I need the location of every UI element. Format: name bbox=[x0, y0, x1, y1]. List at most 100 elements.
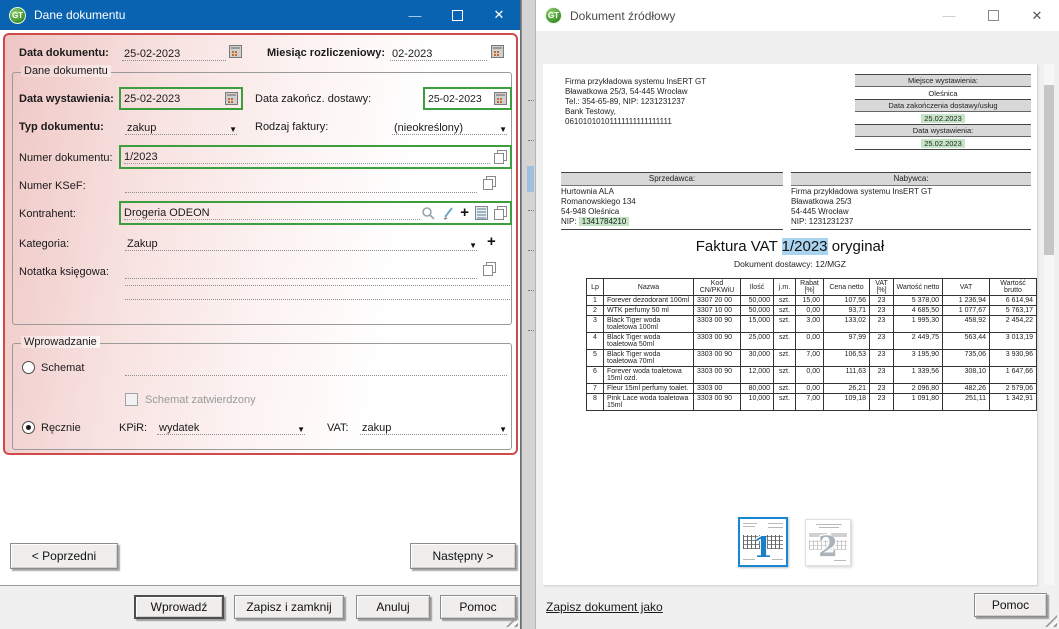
cell: szt. bbox=[774, 333, 796, 350]
save-document-as-link[interactable]: Zapisz dokument jako bbox=[546, 600, 663, 614]
data-dokumentu-field[interactable]: 25-02-2023 bbox=[122, 43, 226, 61]
wprowadzanie-legend: Wprowadzanie bbox=[21, 336, 100, 348]
pomoc-button[interactable]: Pomoc bbox=[440, 595, 516, 619]
rodzaj-faktury-label: Rodzaj faktury: bbox=[255, 121, 328, 133]
cell: szt. bbox=[774, 367, 796, 384]
vat-label: VAT: bbox=[327, 422, 349, 434]
cell: 2 579,06 bbox=[990, 384, 1037, 394]
cell: Forever woda toaletowa 15ml ozd. bbox=[604, 367, 694, 384]
cell: 3303 00 90 bbox=[694, 316, 741, 333]
cell: 10,000 bbox=[741, 394, 774, 411]
close-icon[interactable]: ✕ bbox=[478, 0, 520, 30]
meta-value-highlight: 25.02.2023 bbox=[921, 114, 965, 123]
buyer-nip: 1231231237 bbox=[809, 217, 854, 226]
numer-ksef-field[interactable] bbox=[125, 175, 477, 193]
chevron-down-icon[interactable]: ▼ bbox=[499, 125, 507, 134]
notatka-line-3[interactable] bbox=[125, 299, 512, 300]
add-category-icon[interactable]: + bbox=[487, 236, 496, 248]
numer-dokumentu-field[interactable]: 1/2023 bbox=[119, 145, 512, 169]
maximize-icon[interactable] bbox=[971, 0, 1015, 31]
cell: 4 bbox=[587, 333, 604, 350]
miesiac-label: Miesiąc rozliczeniowy: bbox=[267, 47, 385, 59]
notatka-field[interactable] bbox=[125, 261, 477, 279]
cell: Black Tiger woda toaletowa 70ml bbox=[604, 350, 694, 367]
recznie-radio[interactable] bbox=[22, 421, 35, 434]
table-row: 8Pink Lace woda toaletowa 15ml3303 00 90… bbox=[587, 394, 1037, 411]
right-titlebar[interactable]: GT Dokument źródłowy — ✕ bbox=[536, 0, 1059, 31]
table-row: 3Black Tiger woda toaletowa 100ml3303 00… bbox=[587, 316, 1037, 333]
column-header: Rabat [%] bbox=[796, 279, 824, 296]
dane-dokumentu-window: GT Dane dokumentu — ✕ Data dokumentu: 25… bbox=[0, 0, 521, 629]
cell: 308,10 bbox=[943, 367, 990, 384]
page-thumbnail-1[interactable]: 1 bbox=[738, 517, 788, 567]
search-icon[interactable] bbox=[421, 206, 436, 220]
cell: szt. bbox=[774, 384, 796, 394]
zapisz-i-zamknij-button[interactable]: Zapisz i zamknij bbox=[234, 595, 344, 619]
data-dokumentu-value: 25-02-2023 bbox=[122, 48, 226, 60]
table-row: 1Forever dezodorant 100ml3307 20 0050,00… bbox=[587, 296, 1037, 306]
data-zakoncz-field[interactable]: 25-02-2023 bbox=[423, 87, 512, 110]
next-button[interactable]: Następny > bbox=[410, 543, 516, 569]
data-wystawienia-field[interactable]: 25-02-2023 bbox=[119, 87, 243, 110]
chevron-down-icon[interactable]: ▼ bbox=[229, 125, 237, 134]
copy-icon[interactable] bbox=[483, 176, 496, 190]
vat-value: zakup bbox=[360, 422, 495, 434]
miesiac-field[interactable]: 02-2023 bbox=[390, 43, 487, 61]
cell: 1 342,91 bbox=[990, 394, 1037, 411]
cell: 6 bbox=[587, 367, 604, 384]
list-icon[interactable] bbox=[475, 206, 488, 220]
calendar-icon[interactable] bbox=[229, 45, 242, 58]
copy-icon[interactable] bbox=[483, 262, 496, 276]
cell: szt. bbox=[774, 296, 796, 306]
calendar-icon[interactable] bbox=[494, 92, 507, 105]
add-icon[interactable]: + bbox=[460, 207, 469, 219]
kpir-value: wydatek bbox=[157, 422, 293, 434]
column-header: Ilość bbox=[741, 279, 774, 296]
rodzaj-faktury-dropdown[interactable]: (nieokreślony) ▼ bbox=[392, 117, 507, 135]
previous-button[interactable]: < Poprzedni bbox=[10, 543, 118, 569]
page-thumbnail-2[interactable]: 2 bbox=[805, 519, 851, 566]
cell: 2 454,22 bbox=[990, 316, 1037, 333]
invoice-page: Firma przykładowa systemu InsERT GTBława… bbox=[543, 64, 1037, 585]
minimize-icon[interactable]: — bbox=[927, 0, 971, 31]
notatka-label: Notatka księgowa: bbox=[19, 266, 109, 278]
data-wystawienia-value: 25-02-2023 bbox=[124, 93, 225, 105]
kpir-label: KPiR: bbox=[119, 422, 147, 434]
kontrahent-field[interactable]: Drogeria ODEON + bbox=[119, 201, 512, 225]
typ-dokumentu-dropdown[interactable]: zakup ▼ bbox=[125, 117, 237, 135]
notatka-line-2[interactable] bbox=[125, 285, 512, 286]
schemat-radio[interactable] bbox=[22, 361, 35, 374]
cell: 15,00 bbox=[796, 296, 824, 306]
pomoc-button[interactable]: Pomoc bbox=[974, 593, 1047, 617]
schemat-field[interactable] bbox=[125, 375, 507, 376]
issuer-line: Tel.: 354-65-89, NIP: 1231231237 bbox=[565, 97, 706, 107]
schemat-zatwierdzony-checkbox[interactable] bbox=[125, 393, 138, 406]
column-header: j.m. bbox=[774, 279, 796, 296]
cell: 3,00 bbox=[796, 316, 824, 333]
cell: 251,11 bbox=[943, 394, 990, 411]
cell: 1 339,56 bbox=[894, 367, 943, 384]
chevron-down-icon[interactable]: ▼ bbox=[469, 241, 477, 250]
copy-icon[interactable] bbox=[494, 150, 507, 164]
seller-nip-highlight: 1341784210 bbox=[579, 217, 630, 226]
left-titlebar[interactable]: GT Dane dokumentu — ✕ bbox=[0, 0, 520, 30]
wprowadz-button[interactable]: Wprowadź bbox=[134, 595, 224, 619]
calendar-icon[interactable] bbox=[225, 92, 238, 105]
chevron-down-icon[interactable]: ▼ bbox=[499, 425, 507, 434]
calendar-icon[interactable] bbox=[491, 45, 504, 58]
preview-scrollbar[interactable] bbox=[1044, 64, 1054, 585]
minimize-icon[interactable]: — bbox=[394, 0, 436, 30]
kategoria-dropdown[interactable]: Zakup ▼ bbox=[125, 233, 477, 251]
kontrahent-label: Kontrahent: bbox=[19, 208, 76, 220]
edit-pencil-icon[interactable] bbox=[442, 206, 455, 220]
cell: 4 685,50 bbox=[894, 306, 943, 316]
maximize-icon[interactable] bbox=[436, 0, 478, 30]
copy-icon[interactable] bbox=[494, 206, 507, 220]
anuluj-button[interactable]: Anuluj bbox=[356, 595, 430, 619]
close-icon[interactable]: ✕ bbox=[1015, 0, 1059, 31]
thumbnail-2-number: 2 bbox=[806, 530, 850, 563]
kpir-dropdown[interactable]: wydatek ▼ bbox=[157, 417, 305, 435]
scrollbar-thumb[interactable] bbox=[1044, 85, 1054, 255]
vat-dropdown[interactable]: zakup ▼ bbox=[360, 417, 507, 435]
chevron-down-icon[interactable]: ▼ bbox=[297, 425, 305, 434]
